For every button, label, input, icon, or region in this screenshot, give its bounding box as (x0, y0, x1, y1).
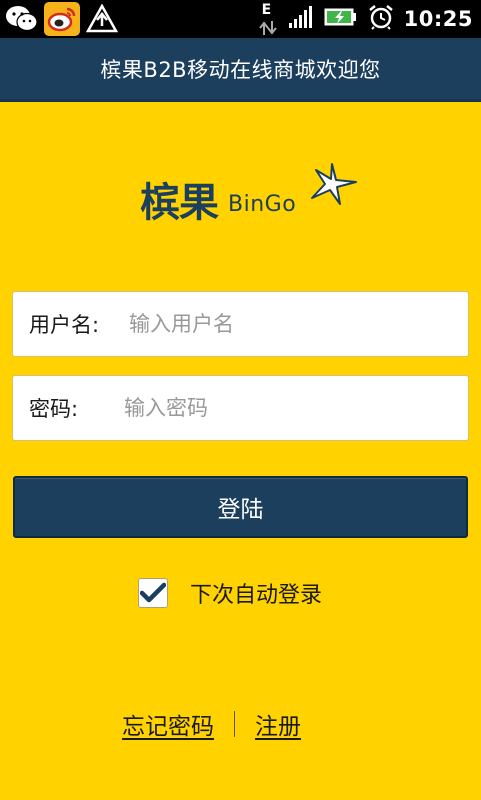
username-field[interactable]: 用户名: (12, 291, 469, 357)
auto-login-checkbox[interactable] (138, 578, 168, 608)
status-bar: E 10:25 (0, 0, 481, 38)
forgot-password-link[interactable]: 忘记密码 (122, 707, 214, 741)
register-link[interactable]: 注册 (255, 707, 301, 741)
password-label: 密码: (29, 397, 79, 421)
alarm-clock-icon (368, 4, 394, 34)
battery-charging-icon (324, 6, 358, 32)
wechat-icon (4, 2, 40, 36)
password-input[interactable] (124, 396, 424, 420)
notification-icons (4, 2, 120, 36)
data-arrows-icon: E (258, 2, 278, 36)
star-icon (311, 163, 357, 205)
login-button[interactable]: 登陆 (13, 476, 468, 538)
auto-login-row: 下次自动登录 (138, 576, 322, 610)
network-type-label: E (261, 2, 272, 18)
logo-cn-text: 槟果 (140, 180, 219, 226)
logo-en-text: BinGo (228, 192, 297, 217)
username-input[interactable] (129, 312, 429, 336)
weibo-icon (44, 2, 80, 36)
signal-icon (288, 5, 314, 33)
bingo-logo: 槟果 BinGo (138, 162, 358, 226)
system-status: E 10:25 (258, 0, 473, 38)
clock-time: 10:25 (403, 7, 473, 31)
page-title: 槟果B2B移动在线商城欢迎您 (100, 57, 381, 82)
header-bar: 槟果B2B移动在线商城欢迎您 (0, 38, 481, 102)
password-field[interactable]: 密码: (12, 375, 469, 441)
checkmark-icon (140, 582, 166, 603)
auto-login-label[interactable]: 下次自动登录 (190, 577, 322, 609)
username-label: 用户名: (29, 313, 100, 337)
footer-links: 忘记密码 注册 (122, 706, 301, 742)
airdroid-icon (84, 2, 120, 36)
link-divider (234, 711, 235, 737)
